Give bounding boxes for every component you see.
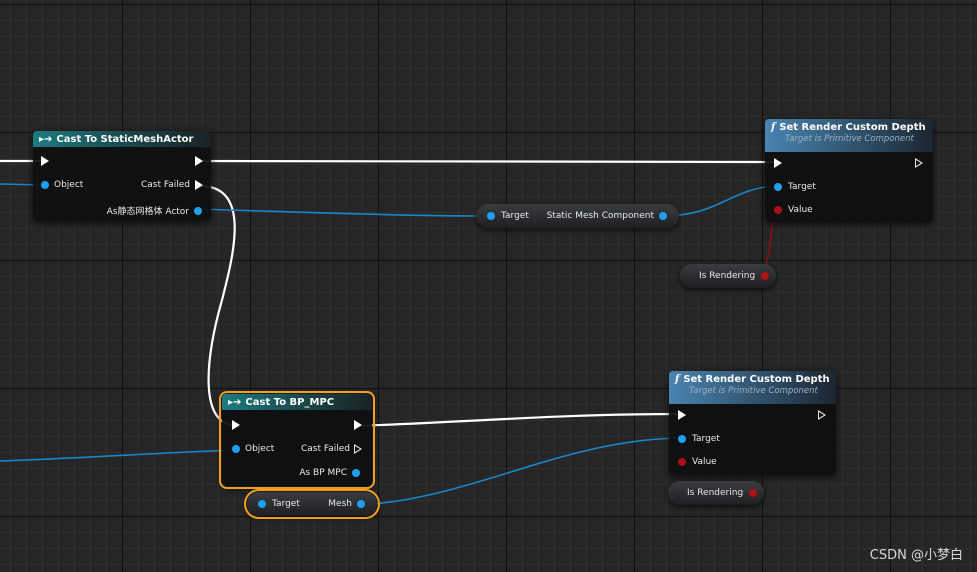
object-pin[interactable]: Object xyxy=(232,444,274,454)
exec-in-pin[interactable] xyxy=(678,410,686,420)
is-rendering-label: Is Rendering xyxy=(687,488,744,498)
exec-in-pin[interactable] xyxy=(41,156,49,166)
exec-pin-icon xyxy=(195,180,203,190)
data-pin-icon xyxy=(258,500,266,508)
mesh-output-label: Mesh xyxy=(328,499,352,509)
data-pin-icon xyxy=(774,206,782,214)
exec-pin-icon xyxy=(195,156,203,166)
as-bp-mpc-label: As BP MPC xyxy=(299,468,347,478)
cast-failed-label: Cast Failed xyxy=(141,180,190,190)
exec-out-pin[interactable] xyxy=(818,410,826,420)
value-pin[interactable]: Value xyxy=(678,457,717,467)
object-wire-entry-2 xyxy=(0,449,239,462)
cast-arrow-icon: ▸➔ xyxy=(39,134,53,145)
as-actor-pin[interactable]: As静态网格体 Actor xyxy=(107,204,202,217)
mesh-getter[interactable]: Target Mesh xyxy=(244,489,380,519)
data-pin-icon xyxy=(487,212,495,220)
static-mesh-output-label: Static Mesh Component xyxy=(546,211,654,221)
node-title: Cast To BP_MPC xyxy=(245,397,335,408)
as-actor-label: As静态网格体 Actor xyxy=(106,207,189,217)
object-pin-label: Object xyxy=(245,444,275,454)
target-pin[interactable]: Target xyxy=(678,434,720,444)
exec-out-pin[interactable] xyxy=(354,420,362,430)
is-rendering-getter-1[interactable]: Is Rendering xyxy=(680,264,776,288)
object-pin-label: Object xyxy=(54,180,84,190)
cast-arrow-icon: ▸➔ xyxy=(228,397,242,408)
set-render-custom-depth-node-2[interactable]: f Set Render Custom Depth Target is Primi… xyxy=(669,371,836,475)
node-header: f Set Render Custom Depth Target is Primi… xyxy=(765,119,933,152)
data-pin-icon xyxy=(194,206,202,215)
data-pin-icon xyxy=(357,500,365,508)
cast-static-mesh-actor-node[interactable]: ▸➔ Cast To StaticMeshActor Object Cast F… xyxy=(33,131,211,221)
exec-out-pin[interactable] xyxy=(195,156,203,166)
wire-layer xyxy=(0,159,777,506)
function-f-icon: f xyxy=(675,374,680,385)
data-pin-icon xyxy=(232,445,240,453)
exec-pin-icon xyxy=(818,410,826,420)
exec-pin-icon xyxy=(232,420,240,430)
exec-pin-icon xyxy=(774,158,782,168)
exec-pin-icon xyxy=(354,444,362,454)
exec-in-pin[interactable] xyxy=(774,158,782,168)
target-pin[interactable]: Target xyxy=(487,211,529,221)
exec-pin-icon xyxy=(354,420,362,430)
node-header: ▸➔ Cast To BP_MPC xyxy=(222,394,372,410)
data-pin-icon xyxy=(774,183,782,191)
node-subtitle: Target is Primitive Component xyxy=(689,386,818,396)
data-pin-icon xyxy=(41,181,49,189)
as-bp-mpc-pin[interactable]: As BP MPC xyxy=(299,468,360,478)
data-pin-icon xyxy=(352,469,360,477)
value-pin[interactable]: Value xyxy=(774,205,813,215)
is-rendering-output-pin[interactable]: Is Rendering xyxy=(687,488,758,498)
node-subtitle: Target is Primitive Component xyxy=(785,134,914,144)
cast-failed-pin[interactable]: Cast Failed xyxy=(141,180,203,190)
target-label: Target xyxy=(501,211,529,221)
data-pin-icon xyxy=(761,272,770,280)
cast-failed-label: Cast Failed xyxy=(301,444,350,454)
target-label: Target xyxy=(788,182,816,192)
watermark: CSDN @小梦白 xyxy=(869,548,963,563)
object-wire-getter-to-target1 xyxy=(661,185,777,217)
node-header: f Set Render Custom Depth Target is Primi… xyxy=(669,371,836,404)
static-mesh-output-pin[interactable]: Static Mesh Component xyxy=(547,211,667,221)
node-title: Cast To StaticMeshActor xyxy=(56,134,194,145)
is-rendering-getter-2[interactable]: Is Rendering xyxy=(668,481,764,505)
function-f-icon: f xyxy=(771,122,776,133)
data-pin-icon xyxy=(678,458,686,466)
exec-in-pin[interactable] xyxy=(232,420,240,430)
target-label: Target xyxy=(272,499,300,509)
static-mesh-component-getter[interactable]: Target Static Mesh Component xyxy=(476,204,679,228)
data-pin-icon xyxy=(749,489,758,497)
mesh-output-pin[interactable]: Mesh xyxy=(328,499,365,509)
object-pin[interactable]: Object xyxy=(41,180,83,190)
exec-pin-icon xyxy=(915,158,923,168)
node-title: Set Render Custom Depth xyxy=(683,374,830,385)
exec-pin-icon xyxy=(41,156,49,166)
cast-failed-pin[interactable]: Cast Failed xyxy=(301,444,362,454)
set-render-custom-depth-node-1[interactable]: f Set Render Custom Depth Target is Primi… xyxy=(765,119,933,222)
value-label: Value xyxy=(692,457,717,467)
object-wire-asactor-to-getter xyxy=(195,208,491,217)
target-pin[interactable]: Target xyxy=(774,182,816,192)
value-label: Value xyxy=(788,205,813,215)
exec-wire-castfailed-to-cast2 xyxy=(199,184,236,427)
exec-wire-cast1-to-set1 xyxy=(199,159,776,164)
data-pin-icon xyxy=(678,435,686,443)
target-pin[interactable]: Target xyxy=(258,499,300,509)
exec-out-pin[interactable] xyxy=(915,158,923,168)
exec-pin-icon xyxy=(678,410,686,420)
is-rendering-output-pin[interactable]: Is Rendering xyxy=(699,271,770,281)
object-wire-mesh-to-target2 xyxy=(357,437,681,506)
is-rendering-label: Is Rendering xyxy=(699,271,756,281)
data-pin-icon xyxy=(659,212,667,220)
node-title: Set Render Custom Depth xyxy=(779,122,926,133)
target-label: Target xyxy=(692,434,720,444)
node-header: ▸➔ Cast To StaticMeshActor xyxy=(33,131,211,147)
cast-bp-mpc-node[interactable]: ▸➔ Cast To BP_MPC Object Cast Failed As … xyxy=(219,391,375,489)
exec-wire-cast2-to-set2 xyxy=(354,412,681,428)
